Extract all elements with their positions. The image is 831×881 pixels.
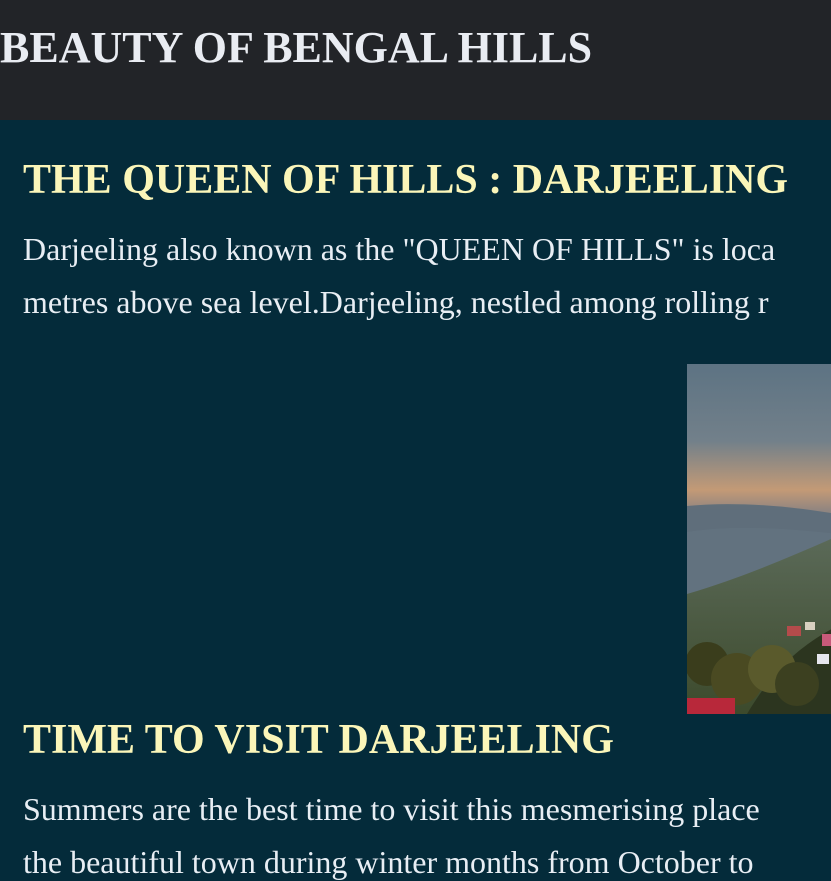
darjeeling-landscape-image <box>687 364 831 714</box>
paragraph-line: Summers are the best time to visit this … <box>23 791 760 827</box>
site-title: BEAUTY OF BENGAL HILLS <box>0 23 593 72</box>
site-header: BEAUTY OF BENGAL HILLS <box>0 0 831 120</box>
main-content: THE QUEEN OF HILLS : DARJEELING Darjeeli… <box>0 120 831 881</box>
section-heading-time-to-visit: TIME TO VISIT DARJEELING <box>23 717 614 763</box>
paragraph-line: Darjeeling also known as the "QUEEN OF H… <box>23 231 776 267</box>
page: BEAUTY OF BENGAL HILLS THE QUEEN OF HILL… <box>0 0 831 881</box>
section-heading-darjeeling: THE QUEEN OF HILLS : DARJEELING <box>23 157 789 203</box>
paragraph-line: metres above sea level.Darjeeling, nestl… <box>23 284 769 320</box>
paragraph-line: the beautiful town during winter months … <box>23 844 754 880</box>
